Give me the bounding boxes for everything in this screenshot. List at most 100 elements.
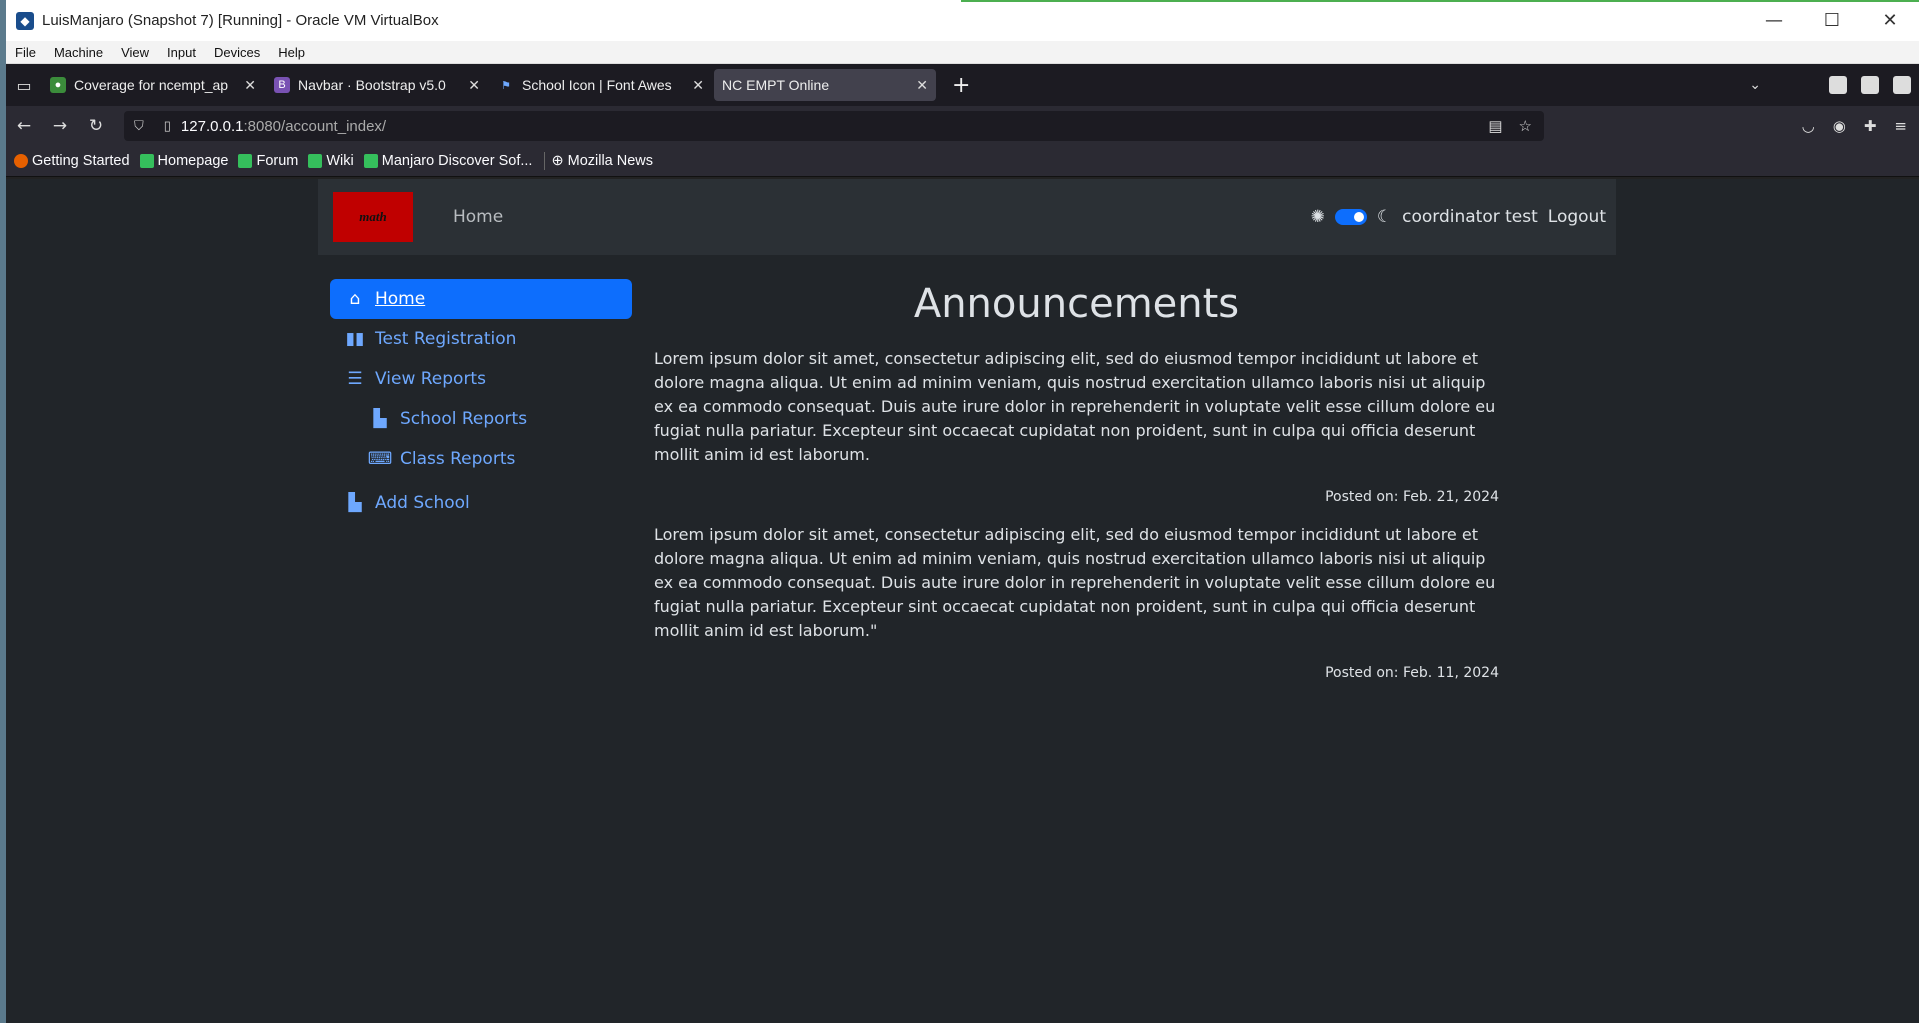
main-content: Announcements Lorem ipsum dolor sit amet… <box>654 279 1499 681</box>
tab-close-icon[interactable]: ✕ <box>468 77 480 94</box>
minimize-icon[interactable]: — <box>1745 10 1803 31</box>
logout-link[interactable]: Logout <box>1548 207 1606 227</box>
tab-close-icon[interactable]: ✕ <box>916 77 928 94</box>
manjaro-icon <box>308 154 323 168</box>
tab-bar: ▭ ● Coverage for ncempt_ap ✕ B Navbar · … <box>6 64 1919 106</box>
logo-text: math <box>359 209 387 224</box>
user-name[interactable]: coordinator test <box>1402 207 1538 227</box>
bookmark-mozilla-news[interactable]: ⊕ Mozilla News <box>551 153 653 169</box>
extensions-icon[interactable]: ✚ <box>1864 117 1877 135</box>
bookmark-wiki[interactable]: Wiki <box>308 153 354 169</box>
bookmark-label: Getting Started <box>32 153 130 169</box>
vm-minimize-icon[interactable]: – <box>1829 76 1847 94</box>
tab-title: Coverage for ncempt_ap <box>74 77 229 93</box>
firefox-icon <box>14 154 28 168</box>
shield-icon[interactable]: ⛉ <box>134 118 144 134</box>
school-icon: ▙ <box>348 493 362 513</box>
sidebar-item-class-reports[interactable]: ⌨ Class Reports <box>330 439 632 479</box>
bookmark-forum[interactable]: Forum <box>238 153 298 169</box>
book-open-icon: ▮▮ <box>345 329 365 349</box>
url-host: 127.0.0.1 <box>180 117 244 135</box>
tab-title: NC EMPT Online <box>722 77 830 93</box>
announcement-post: Lorem ipsum dolor sit amet, consectetur … <box>654 347 1499 505</box>
sidebar-item-label: Test Registration <box>375 329 517 349</box>
bookmark-getting-started[interactable]: Getting Started <box>14 153 130 169</box>
manjaro-icon <box>238 154 253 168</box>
progress-line <box>961 0 1919 2</box>
tab-school-icon[interactable]: ⚑ School Icon | Font Awes ✕ <box>490 69 712 101</box>
new-tab-icon[interactable]: + <box>952 73 970 98</box>
back-icon[interactable]: ← <box>6 116 42 136</box>
bookmark-label: Forum <box>256 153 299 169</box>
url-path: :8080/account_index/ <box>243 117 387 135</box>
tab-nc-empt[interactable]: NC EMPT Online ✕ <box>714 69 936 101</box>
reader-view-icon[interactable]: ▤ <box>1488 117 1502 135</box>
bookmarks-toolbar: Getting Started Homepage Forum Wiki Manj… <box>6 146 1919 177</box>
vbox-title-bar: ◆ LuisManjaro (Snapshot 7) [Running] - O… <box>6 0 1919 41</box>
theme-toggle[interactable] <box>1334 209 1367 225</box>
menu-input[interactable]: Input <box>158 45 205 60</box>
sidebar-item-label: Add School <box>375 493 470 513</box>
announcement-body: Lorem ipsum dolor sit amet, consectetur … <box>654 525 1496 640</box>
site-logo[interactable]: math <box>333 192 413 242</box>
flag-favicon-icon: ⚑ <box>501 79 511 92</box>
menu-icon[interactable]: ≡ <box>1894 117 1907 135</box>
account-icon[interactable]: ◉ <box>1833 117 1846 135</box>
chalkboard-user-icon: ⌨ <box>367 449 393 469</box>
list-icon: ☰ <box>347 369 363 389</box>
menu-help[interactable]: Help <box>269 45 314 60</box>
pocket-icon[interactable]: ◡ <box>1802 117 1815 135</box>
sidebar-item-test-registration[interactable]: ▮▮ Test Registration <box>330 319 632 359</box>
tab-navbar-bootstrap[interactable]: B Navbar · Bootstrap v5.0 ✕ <box>266 69 488 101</box>
firefox-window: ▭ ● Coverage for ncempt_ap ✕ B Navbar · … <box>6 64 1919 177</box>
forward-icon[interactable]: → <box>42 116 78 136</box>
site-navbar: math Home ✺ ☾ coordinator test Logout <box>318 179 1616 255</box>
tab-close-icon[interactable]: ✕ <box>692 77 704 94</box>
vm-restore-icon[interactable]: ▫ <box>1861 76 1879 94</box>
sidebar-item-view-reports[interactable]: ☰ View Reports <box>330 359 632 399</box>
tab-title: Navbar · Bootstrap v5.0 <box>298 77 446 93</box>
page-icon: ▯ <box>163 118 171 133</box>
vm-close-icon[interactable]: ✕ <box>1893 76 1911 94</box>
menu-file[interactable]: File <box>6 45 45 60</box>
announcement-body: Lorem ipsum dolor sit amet, consectetur … <box>654 349 1496 464</box>
bookmark-homepage[interactable]: Homepage <box>139 153 229 169</box>
sidebar-item-label: View Reports <box>375 369 486 389</box>
announcement-post: Lorem ipsum dolor sit amet, consectetur … <box>654 523 1499 681</box>
url-bar[interactable]: ⛉ ▯ 127.0.0.1:8080/account_index/ ▤ ☆ <box>124 111 1544 141</box>
sun-icon: ✺ <box>1310 207 1325 227</box>
reload-icon[interactable]: ↻ <box>78 116 114 136</box>
bookmark-label: Mozilla News <box>567 153 654 169</box>
globe-icon: ⊕ <box>551 153 564 169</box>
bootstrap-favicon-icon: B <box>274 77 290 93</box>
coverage-favicon-icon: ● <box>50 77 66 93</box>
nav-home-link[interactable]: Home <box>453 207 503 227</box>
announcement-date: Posted on: Feb. 11, 2024 <box>1325 665 1499 681</box>
sidebar-item-school-reports[interactable]: ▙ School Reports <box>330 399 632 439</box>
sidebar-item-label: School Reports <box>400 409 528 429</box>
maximize-icon[interactable]: ☐ <box>1803 10 1861 31</box>
tab-coverage[interactable]: ● Coverage for ncempt_ap ✕ <box>42 69 264 101</box>
tab-title: School Icon | Font Awes <box>522 77 672 93</box>
tab-overview-icon[interactable]: ▭ <box>6 76 42 95</box>
home-icon: ⌂ <box>349 289 361 309</box>
sidebar-item-home[interactable]: ⌂ Home <box>330 279 632 319</box>
browser-navbar: ← → ↻ ⛉ ▯ 127.0.0.1:8080/account_index/ … <box>6 106 1919 146</box>
bookmark-separator <box>544 152 546 170</box>
list-all-tabs-icon[interactable]: ⌄ <box>1749 77 1761 93</box>
page-title: Announcements <box>913 281 1240 327</box>
menu-view[interactable]: View <box>112 45 158 60</box>
sidebar-item-add-school[interactable]: ▙ Add School <box>330 483 632 523</box>
bookmark-manjaro-discover[interactable]: Manjaro Discover Sof... <box>363 153 532 169</box>
web-page: math Home ✺ ☾ coordinator test Logout ⌂ … <box>6 179 1919 1023</box>
bookmark-label: Homepage <box>157 153 229 169</box>
sidebar-item-label: Class Reports <box>400 449 516 469</box>
menu-machine[interactable]: Machine <box>45 45 112 60</box>
close-icon[interactable]: ✕ <box>1861 10 1919 31</box>
tab-close-icon[interactable]: ✕ <box>244 77 256 94</box>
virtualbox-icon: ◆ <box>16 11 34 30</box>
vbox-menubar: File Machine View Input Devices Help <box>6 41 1919 64</box>
bookmark-star-icon[interactable]: ☆ <box>1519 117 1532 135</box>
sidebar-item-label: Home <box>375 289 426 309</box>
menu-devices[interactable]: Devices <box>205 45 269 60</box>
